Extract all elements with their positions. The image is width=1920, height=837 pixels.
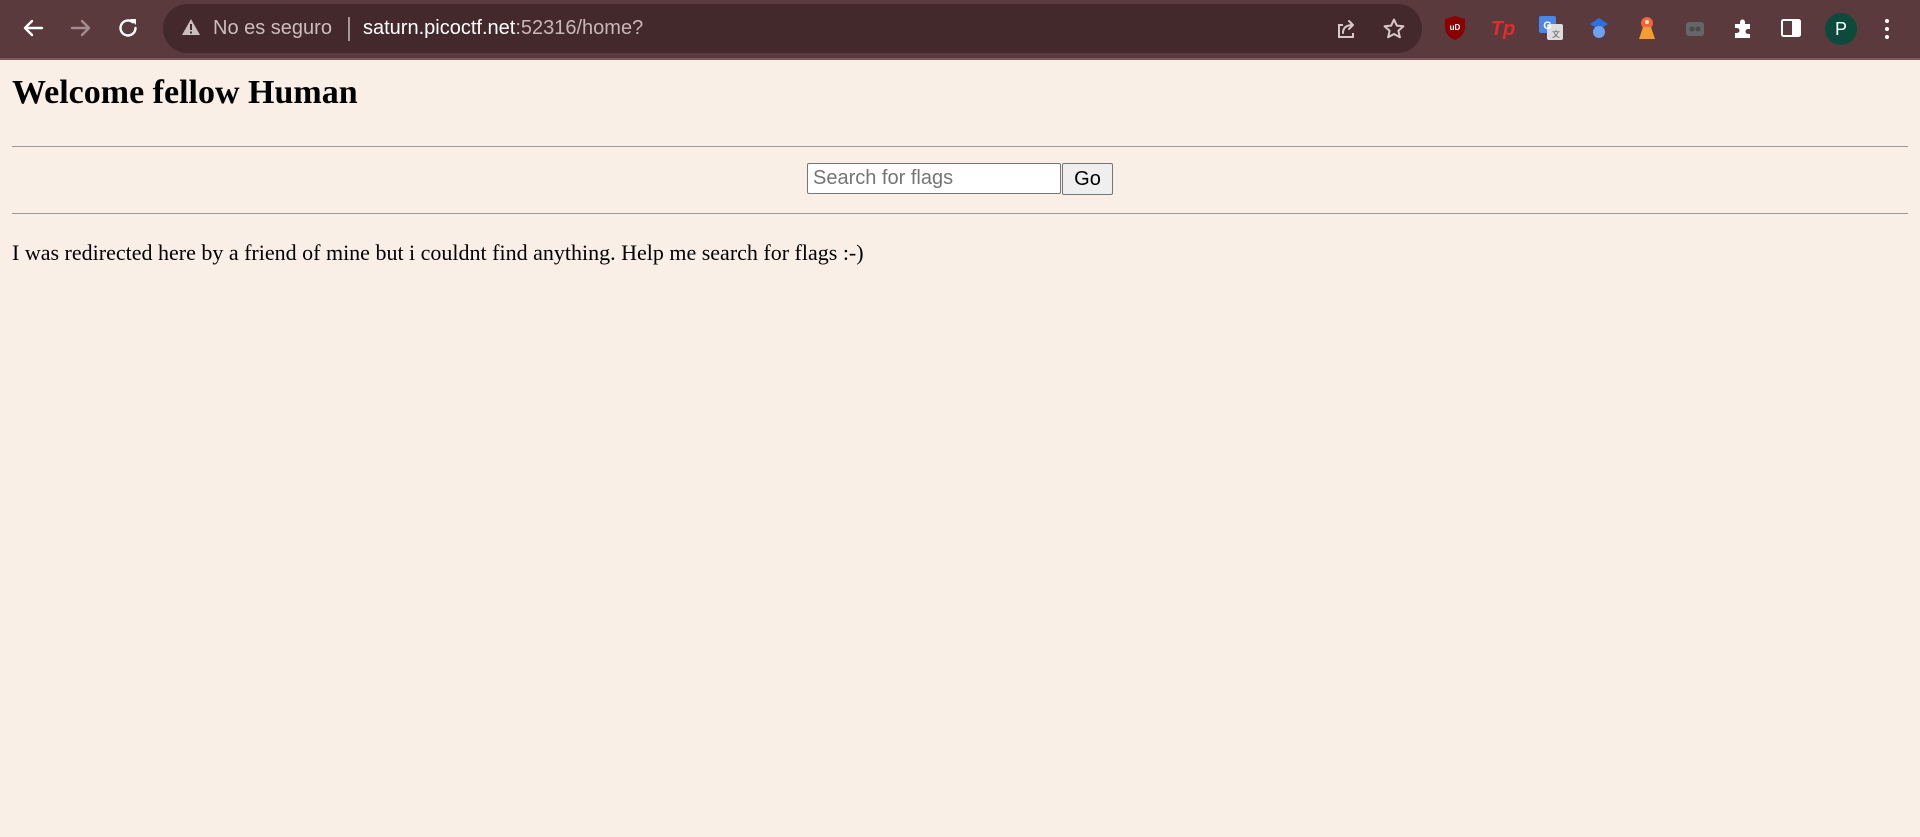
forward-arrow-icon xyxy=(70,19,91,37)
forward-button[interactable] xyxy=(63,9,99,47)
menu-dot xyxy=(1885,35,1889,39)
google-translate-icon[interactable]: G 文 xyxy=(1537,14,1565,42)
svg-text:Tp: Tp xyxy=(1491,18,1515,40)
url-host: saturn.picoctf.net xyxy=(363,17,516,39)
url-path: :52316/home? xyxy=(515,17,644,39)
side-panel-icon[interactable] xyxy=(1777,14,1805,42)
browser-toolbar: No es seguro saturn.picoctf.net:52316/ho… xyxy=(0,0,1920,60)
bookmark-star-icon[interactable] xyxy=(1381,16,1407,42)
svg-text:G: G xyxy=(1543,20,1552,32)
page-content: Welcome fellow Human Go I was redirected… xyxy=(0,60,1920,837)
help-message: I was redirected here by a friend of min… xyxy=(12,240,864,265)
extensions-puzzle-icon[interactable] xyxy=(1729,14,1757,42)
warning-icon xyxy=(181,18,201,42)
back-arrow-icon xyxy=(23,19,44,37)
back-button[interactable] xyxy=(15,9,51,47)
go-button[interactable]: Go xyxy=(1062,163,1113,195)
orange-extension-icon[interactable] xyxy=(1633,14,1661,42)
omnibox-separator xyxy=(348,17,350,41)
blue-extension-icon[interactable] xyxy=(1585,14,1613,42)
browser-menu-icon[interactable] xyxy=(1874,14,1900,44)
search-input[interactable] xyxy=(807,163,1061,194)
gray-extension-icon[interactable] xyxy=(1681,14,1709,42)
reload-icon xyxy=(119,19,137,37)
address-bar[interactable]: No es seguro saturn.picoctf.net:52316/ho… xyxy=(163,4,1422,53)
top-divider xyxy=(12,146,1908,147)
security-label[interactable]: No es seguro xyxy=(213,17,332,40)
menu-dot xyxy=(1885,19,1889,23)
share-icon[interactable] xyxy=(1333,16,1359,42)
svg-text:文: 文 xyxy=(1552,29,1560,39)
svg-text:uD: uD xyxy=(1450,23,1461,32)
bottom-divider xyxy=(12,213,1908,214)
url-text[interactable]: saturn.picoctf.net:52316/home? xyxy=(363,17,643,40)
tampermonkey-icon[interactable]: Tp xyxy=(1489,14,1517,42)
ublock-origin-icon[interactable]: uD xyxy=(1441,14,1469,42)
page-title: Welcome fellow Human xyxy=(12,74,358,111)
profile-avatar[interactable]: P xyxy=(1825,13,1857,45)
menu-dot xyxy=(1885,27,1889,31)
reload-button[interactable] xyxy=(110,9,146,47)
